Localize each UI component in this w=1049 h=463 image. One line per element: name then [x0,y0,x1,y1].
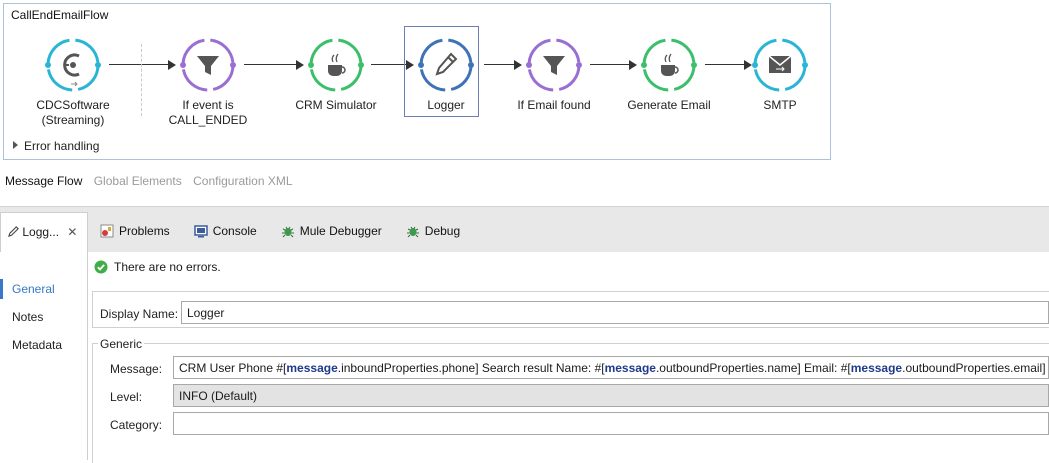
message-input[interactable]: CRM User Phone #[message.inboundProperti… [173,356,1049,379]
message-text: .inboundProperties.phone] Search result … [337,361,605,375]
flow-node-crm-simulator[interactable]: CRM Simulator [284,37,388,113]
node-label: If Email found [517,98,591,112]
generic-group-title: Generic [98,337,145,351]
envelope-icon [752,38,808,92]
message-keyword: message [850,361,903,375]
flow-node-smtp[interactable]: SMTP [728,37,832,113]
java-cup-icon [308,38,364,92]
editor-tab-bar: Message Flow Global Elements Configurati… [5,174,301,188]
properties-content: There are no errors. Display Name: Logge… [88,252,1049,463]
flow-node-logger[interactable]: Logger [394,26,498,117]
tab-problems[interactable]: Problems [100,224,170,238]
message-keyword: message [286,361,338,375]
display-name-label: Display Name: [100,307,179,321]
tab-mule-debugger[interactable]: Mule Debugger [281,224,382,238]
level-select[interactable]: INFO (Default) [173,384,1049,407]
flow-separator [141,44,142,116]
filter-funnel-icon [180,38,236,92]
java-cup-icon [641,38,697,92]
problems-icon [100,224,114,238]
tab-message-flow[interactable]: Message Flow [5,174,82,188]
side-nav-active-indicator [0,279,3,299]
flow-node-cdcsoftware[interactable]: CDCSoftware (Streaming) [21,37,125,128]
close-icon[interactable]: ✕ [67,225,77,239]
pencil-icon [418,38,474,92]
status-message: There are no errors. [94,260,221,274]
flow-title: CallEndEmailFlow [11,8,109,22]
node-label: CALL_ENDED [168,113,248,127]
flow-node-generate-email[interactable]: Generate Email [617,37,721,113]
level-label: Level: [110,390,143,404]
pencil-icon [8,226,19,237]
expand-triangle-icon [13,141,18,149]
connector-c-icon [45,38,101,92]
filter-funnel-icon [526,38,582,92]
status-text: There are no errors. [114,260,221,274]
message-text: .outboundProperties.name] Email: #[ [655,361,851,375]
message-text: CRM User Phone #[ [179,361,287,375]
side-nav-notes[interactable]: Notes [12,310,43,324]
console-icon [193,225,208,238]
tab-mule-debugger-label: Mule Debugger [299,224,382,238]
tab-console-label: Console [212,224,257,238]
error-handling-label: Error handling [24,139,100,153]
logger-properties-tab[interactable]: Logg... ✕ [0,212,88,252]
bug-icon [281,226,294,238]
view-tabs: Problems Console Mule Debugger Debug [100,224,484,238]
tab-global-elements[interactable]: Global Elements [94,174,182,188]
tab-debug[interactable]: Debug [406,224,460,238]
flow-canvas[interactable]: CallEndEmailFlow CDCSoftware (Streaming) [3,3,831,160]
error-handling-toggle[interactable]: Error handling [13,139,99,153]
message-text: .outboundProperties.email] [902,361,1046,375]
message-label: Message: [110,362,163,376]
message-keyword: message [604,361,656,375]
node-label: SMTP [763,98,797,112]
node-label: If event is [182,98,234,112]
side-nav-metadata[interactable]: Metadata [12,338,62,352]
node-label: CDCSoftware [36,98,110,112]
logger-tab-label: Logg... [22,225,60,239]
node-label: (Streaming) [41,113,105,127]
tab-console[interactable]: Console [193,224,257,238]
bug-icon [406,226,419,238]
tab-debug-label: Debug [424,224,461,238]
node-label: CRM Simulator [295,98,377,112]
display-name-input[interactable]: Logger [181,301,1049,324]
node-label: Generate Email [627,98,711,112]
check-circle-icon [94,260,108,274]
tab-problems-label: Problems [119,224,170,238]
flow-node-if-event[interactable]: If event is CALL_ENDED [156,37,260,128]
category-input[interactable] [173,412,1049,435]
tab-configuration-xml[interactable]: Configuration XML [193,174,292,188]
category-label: Category: [110,418,163,432]
side-nav-general[interactable]: General [12,282,55,296]
flow-node-if-email-found[interactable]: If Email found [502,37,606,113]
